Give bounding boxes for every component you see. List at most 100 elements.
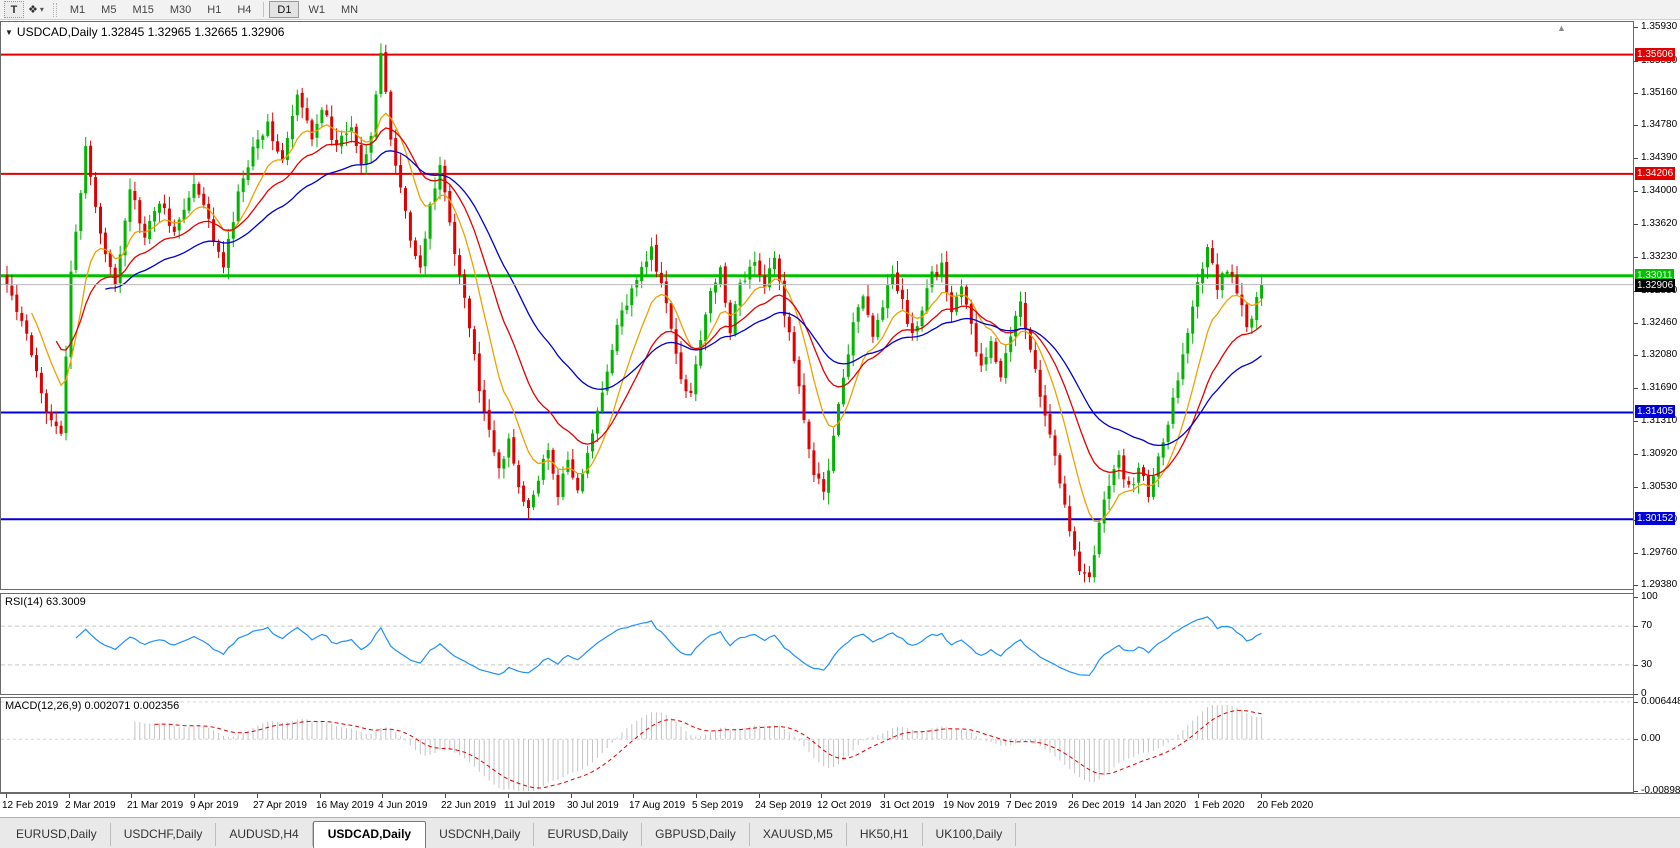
timeframe-button-d1[interactable]: D1 [269,1,300,18]
toolbar-grip [52,2,57,17]
toolbar-separator [263,2,265,17]
date-label: 20 Feb 2020 [1257,800,1314,811]
timeframe-button-group: M1 M5 M15 M30 H1 H4 D1 W1 MN [62,1,366,18]
axis-tick-mark [1634,702,1638,703]
date-label: 30 Jul 2019 [567,800,619,811]
chart-tab-hk50-h1[interactable]: HK50,H1 [847,823,923,846]
axis-tick-label: 30 [1641,658,1653,670]
timeframe-button-m1[interactable]: M1 [63,1,92,18]
date-tick-mark [1135,794,1136,798]
date-label: 14 Jan 2020 [1131,800,1187,811]
chart-tab-xauusd-m5[interactable]: XAUUSD,M5 [750,823,847,846]
current-price-badge: 1.32906 [1635,278,1676,292]
rsi-indicator-panel[interactable]: RSI(14) 63.3009 [0,593,1634,695]
price-level-badge: 1.30152 [1635,512,1676,526]
date-label: 27 Apr 2019 [253,800,307,811]
date-tick-mark [508,794,509,798]
date-tick-mark [320,794,321,798]
timeframe-button-h4[interactable]: H4 [230,1,258,18]
timeframe-button-mn[interactable]: MN [334,1,365,18]
price-chart-panel[interactable]: ▼ USDCAD,Daily 1.32845 1.32965 1.32665 1.… [0,21,1634,590]
date-label: 16 May 2019 [316,800,374,811]
chart-tab-usdcnh-daily[interactable]: USDCNH,Daily [426,823,535,846]
date-tick-mark [257,794,258,798]
axis-tick-label: 1.35160 [1641,86,1678,98]
axis-tick-mark [1634,223,1638,225]
axis-tick-mark [1634,626,1638,628]
axis-tick-label: 1.30530 [1641,481,1678,493]
axis-tick-mark [1634,61,1638,63]
date-label: 11 Jul 2019 [504,800,555,811]
line-style-dropdown-button[interactable]: ❖ ▾ [24,1,48,18]
chart-tab-gbpusd-daily[interactable]: GBPUSD,Daily [642,823,750,846]
date-tick-mark [1261,794,1262,798]
axis-tick-label: 1.31690 [1641,382,1678,394]
timeframe-button-w1[interactable]: W1 [301,1,332,18]
price-level-badge: 1.35606 [1635,47,1676,61]
axis-tick-mark [1634,257,1638,258]
axis-tick-label: 1.34390 [1641,152,1678,164]
date-label: 12 Feb 2019 [2,800,59,811]
axis-tick-mark [1634,739,1638,741]
axis-tick-label: 1.29380 [1641,579,1678,590]
price-level-badge: 1.34206 [1635,166,1676,180]
chart-tab-eurusd-daily[interactable]: EURUSD,Daily [3,823,111,846]
chevron-down-icon: ▾ [39,5,44,14]
axis-tick-mark [1634,597,1638,598]
axis-tick-mark [1634,388,1638,390]
chart-tab-bar: EURUSD,Daily USDCHF,Daily AUDUSD,H4 USDCAD,… [0,817,1680,848]
date-label: 31 Oct 2019 [880,800,935,811]
axis-tick-mark [1634,124,1638,126]
axis-tick-mark [1634,191,1638,193]
axis-tick-mark [1634,664,1638,666]
axis-tick-label: 1.34780 [1641,118,1678,130]
axis-tick-mark [1634,791,1638,792]
date-label: 5 Sep 2019 [692,800,744,811]
date-label: 21 Mar 2019 [127,800,184,811]
timeframe-button-m5[interactable]: M5 [94,1,123,18]
date-label: 22 Jun 2019 [441,800,497,811]
candlestick-chart-canvas[interactable] [1,22,1633,589]
chart-tab-eurusd-daily[interactable]: EURUSD,Daily [534,823,643,846]
timeframe-button-h1[interactable]: H1 [200,1,228,18]
date-tick-mark [382,794,383,798]
macd-label: MACD(12,26,9) 0.002071 0.002356 [5,700,180,712]
macd-indicator-panel[interactable]: MACD(12,26,9) 0.002071 0.002356 [0,697,1634,793]
axis-tick-mark [1634,322,1638,324]
date-label: 17 Aug 2019 [629,800,686,811]
timeframe-button-m30[interactable]: M30 [163,1,198,18]
axis-tick-mark [1634,27,1638,28]
date-tick-mark [1010,794,1011,798]
date-tick-mark [759,794,760,798]
date-label: 1 Feb 2020 [1194,800,1245,811]
axis-tick-label: 1.32080 [1641,348,1678,360]
date-label: 19 Nov 2019 [943,800,1000,811]
time-axis[interactable]: 12 Feb 2019 2 Mar 2019 21 Mar 2019 9 Apr 20… [0,793,1680,817]
date-label: 7 Dec 2019 [1006,800,1058,811]
chart-tab-audusd-h4[interactable]: AUDUSD,H4 [216,823,313,846]
date-label: 4 Jun 2019 [378,800,428,811]
axis-tick-mark [1634,354,1638,356]
date-label: 9 Apr 2019 [190,800,239,811]
date-tick-mark [131,794,132,798]
text-tool-button[interactable]: T [4,1,24,18]
chart-tab-usdcad-daily[interactable]: USDCAD,Daily [312,821,427,848]
scroll-up-icon[interactable]: ▲ [1557,23,1566,33]
date-tick-mark [1198,794,1199,798]
macd-chart-canvas[interactable] [1,698,1633,792]
chart-tab-uk100-daily[interactable]: UK100,Daily [923,823,1017,846]
price-axis[interactable]: 1.359301.355301.351601.347801.343901.340… [1633,21,1680,796]
axis-tick-label: 1.35930 [1641,21,1678,32]
axis-tick-mark [1634,420,1638,422]
chart-tab-usdchf-daily[interactable]: USDCHF,Daily [111,823,217,846]
date-tick-mark [445,794,446,798]
timeframe-button-m15[interactable]: M15 [125,1,160,18]
date-label: 2 Mar 2019 [65,800,116,811]
date-tick-mark [696,794,697,798]
axis-tick-mark [1634,694,1638,695]
collapse-triangle-icon[interactable]: ▼ [5,28,13,37]
date-label: 12 Oct 2019 [817,800,872,811]
rsi-chart-canvas[interactable] [1,594,1633,694]
axis-tick-label: 1.32460 [1641,316,1678,328]
axis-tick-mark [1634,158,1638,160]
